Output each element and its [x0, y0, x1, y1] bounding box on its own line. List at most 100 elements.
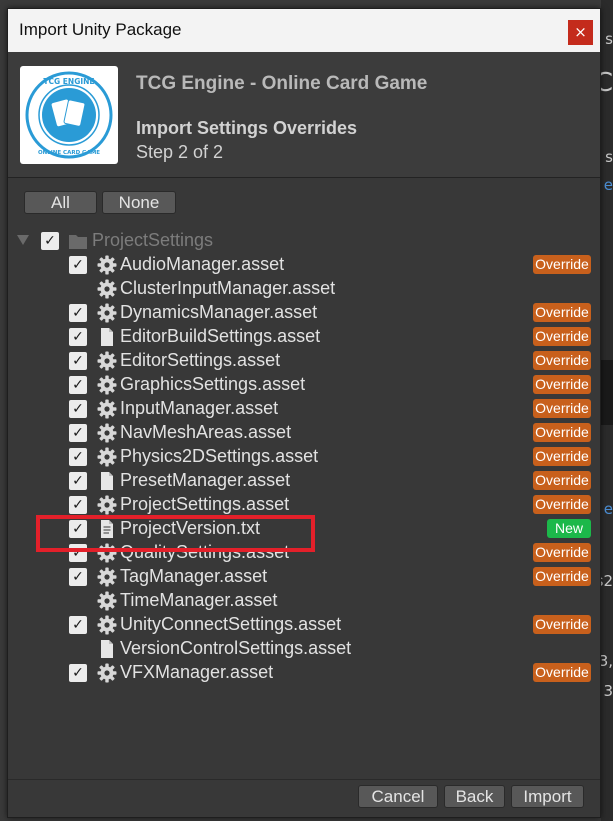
item-checkbox[interactable]: ✓ — [69, 376, 87, 394]
expand-arrow-icon[interactable] — [17, 235, 29, 245]
gear-icon — [97, 591, 117, 611]
gear-icon — [97, 423, 117, 443]
window-title: Import Unity Package — [19, 20, 182, 39]
item-checkbox[interactable]: ✓ — [69, 472, 87, 490]
item-checkbox[interactable]: ✓ — [69, 568, 87, 586]
package-title: TCG Engine - Online Card Game — [136, 73, 428, 94]
step-title: Import Settings Overrides — [136, 118, 358, 138]
item-checkbox[interactable]: ✓ — [69, 664, 87, 682]
folder-icon — [69, 235, 87, 249]
tree-item-row[interactable]: ✓ EditorSettings.asset Override — [8, 349, 600, 373]
background-text: e — [603, 176, 613, 194]
tree-item-row[interactable]: ✓ ProjectVersion.txt New — [8, 517, 600, 541]
item-label: AudioManager.asset — [120, 254, 285, 274]
tree-item-row[interactable]: ✓ PresetManager.asset Override — [8, 469, 600, 493]
gear-icon — [97, 375, 117, 395]
override-badge: Override — [533, 303, 591, 322]
file-icon — [97, 471, 117, 491]
item-label: EditorSettings.asset — [120, 350, 281, 370]
tree-item-row[interactable]: ✓ UnityConnectSettings.asset Override — [8, 613, 600, 637]
tree-item-row[interactable]: ✓ TagManager.asset Override — [8, 565, 600, 589]
gear-icon — [97, 495, 117, 515]
tree-item-row[interactable]: ✓ ProjectSettings.asset Override — [8, 493, 600, 517]
background-text: e — [603, 500, 613, 518]
item-label: ProjectVersion.txt — [120, 518, 261, 538]
item-label: UnityConnectSettings.asset — [120, 614, 342, 634]
text-file-icon — [97, 519, 117, 539]
cancel-button[interactable]: Cancel — [358, 785, 438, 808]
root-label: ProjectSettings — [92, 230, 214, 250]
item-label: VersionControlSettings.asset — [120, 638, 352, 658]
file-icon — [97, 639, 117, 659]
item-checkbox[interactable]: ✓ — [69, 328, 87, 346]
gear-icon — [97, 543, 117, 563]
tree-item-row[interactable]: ✓ NavMeshAreas.asset Override — [8, 421, 600, 445]
background-text: 3 — [603, 682, 613, 700]
package-logo: TCG ENGINE ONLINE CARD GAME — [20, 66, 118, 164]
gear-icon — [97, 663, 117, 683]
item-label: InputManager.asset — [120, 398, 279, 418]
gear-icon — [97, 255, 117, 275]
item-checkbox[interactable]: ✓ — [69, 400, 87, 418]
item-label: ProjectSettings.asset — [120, 494, 290, 514]
select-all-button[interactable]: All — [24, 191, 97, 214]
tree-item-row[interactable]: ✓ AudioManager.asset Override — [8, 253, 600, 277]
item-checkbox[interactable]: ✓ — [69, 496, 87, 514]
item-checkbox[interactable]: ✓ — [69, 520, 87, 538]
close-button[interactable]: × — [568, 20, 593, 45]
background-image — [601, 360, 613, 425]
gear-icon — [97, 303, 117, 323]
tree-item-row[interactable]: TimeManager.asset — [8, 589, 600, 613]
tcg-logo-icon: TCG ENGINE ONLINE CARD GAME — [25, 71, 113, 159]
package-header: TCG ENGINE ONLINE CARD GAME TCG Engine -… — [8, 52, 600, 178]
new-badge: New — [547, 519, 591, 538]
item-checkbox[interactable]: ✓ — [69, 256, 87, 274]
gear-icon — [97, 615, 117, 635]
item-checkbox[interactable]: ✓ — [69, 616, 87, 634]
item-label: EditorBuildSettings.asset — [120, 326, 321, 346]
override-badge: Override — [533, 327, 591, 346]
override-badge: Override — [533, 567, 591, 586]
item-label: TagManager.asset — [120, 566, 268, 586]
item-label: DynamicsManager.asset — [120, 302, 318, 322]
tree-item-row[interactable]: ✓ VFXManager.asset Override — [8, 661, 600, 685]
background-text: s — [605, 148, 613, 166]
item-checkbox[interactable]: ✓ — [69, 304, 87, 322]
override-badge: Override — [533, 351, 591, 370]
footer-divider — [8, 779, 600, 780]
item-label: ClusterInputManager.asset — [120, 278, 336, 298]
title-bar[interactable]: Import Unity Package × — [8, 9, 600, 52]
back-button[interactable]: Back — [444, 785, 505, 808]
tree-item-row[interactable]: VersionControlSettings.asset — [8, 637, 600, 661]
close-icon: × — [574, 23, 587, 41]
override-badge: Override — [533, 447, 591, 466]
item-label: QualitySettings.asset — [120, 542, 290, 562]
logo-top-text: TCG ENGINE — [43, 77, 94, 86]
item-checkbox[interactable]: ✓ — [69, 544, 87, 562]
override-badge: Override — [533, 543, 591, 562]
tree-item-row[interactable]: ✓ QualitySettings.asset Override — [8, 541, 600, 565]
tree-root-row[interactable]: ✓ ProjectSettings — [8, 229, 600, 253]
import-button[interactable]: Import — [511, 785, 584, 808]
override-badge: Override — [533, 615, 591, 634]
item-label: NavMeshAreas.asset — [120, 422, 292, 442]
tree-item-row[interactable]: ✓ InputManager.asset Override — [8, 397, 600, 421]
override-badge: Override — [533, 663, 591, 682]
item-label: PresetManager.asset — [120, 470, 291, 490]
background-text: s — [605, 30, 613, 48]
tree-item-row[interactable]: ✓ EditorBuildSettings.asset Override — [8, 325, 600, 349]
gear-icon — [97, 351, 117, 371]
item-checkbox[interactable]: ✓ — [69, 352, 87, 370]
item-checkbox[interactable]: ✓ — [69, 448, 87, 466]
file-icon — [97, 327, 117, 347]
override-badge: Override — [533, 255, 591, 274]
override-badge: Override — [533, 471, 591, 490]
root-checkbox[interactable]: ✓ — [41, 232, 59, 250]
item-checkbox[interactable]: ✓ — [69, 424, 87, 442]
tree-item-row[interactable]: ✓ DynamicsManager.asset Override — [8, 301, 600, 325]
tree-item-row[interactable]: ClusterInputManager.asset — [8, 277, 600, 301]
tree-item-row[interactable]: ✓ GraphicsSettings.asset Override — [8, 373, 600, 397]
gear-icon — [97, 279, 117, 299]
select-none-button[interactable]: None — [102, 191, 176, 214]
tree-item-row[interactable]: ✓ Physics2DSettings.asset Override — [8, 445, 600, 469]
